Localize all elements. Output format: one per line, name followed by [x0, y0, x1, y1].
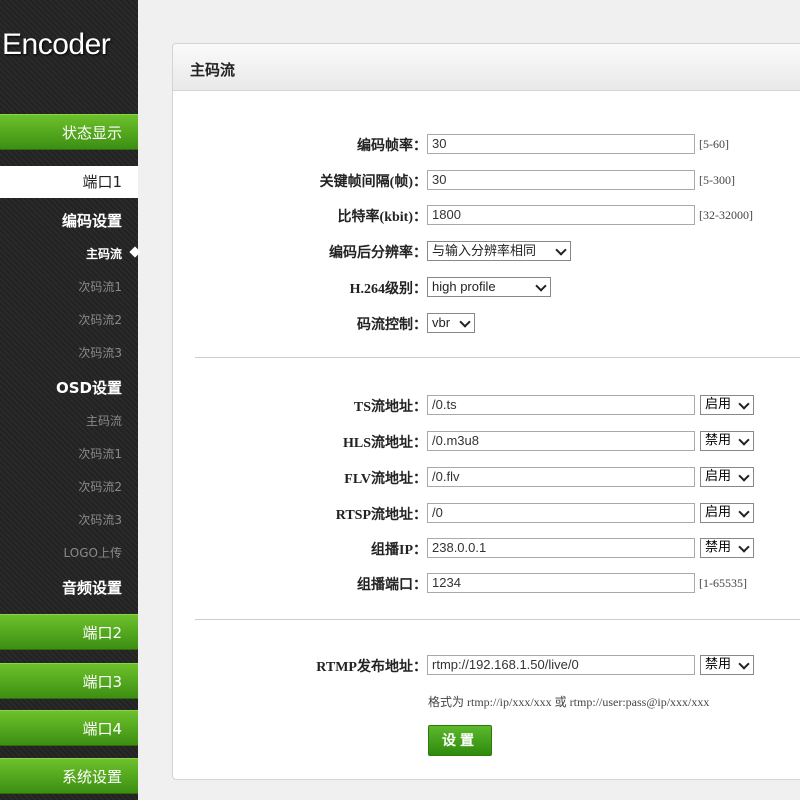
rtmp-format-hint: 格式为 rtmp://ip/xxx/xxx 或 rtmp://user:pass… [428, 695, 710, 709]
bitrate-hint: [32-32000] [699, 208, 753, 222]
sidebar-subitem-main-stream[interactable]: 主码流 [0, 245, 138, 262]
rtsp-input[interactable]: /0 [427, 503, 695, 523]
app-logo: Encoder [2, 28, 111, 61]
h264-level-select[interactable]: high profile [427, 277, 551, 297]
multicast-ip-input[interactable]: 238.0.0.1 [427, 538, 695, 558]
panel-title: 主码流 [190, 61, 236, 79]
main-stream-panel: 主码流 编码帧率： 30 [5-60] 关键帧间隔(帧)： 30 [5-300]… [172, 43, 800, 780]
fps-label: 编码帧率： [357, 139, 427, 154]
sidebar-subitem-logo-upload[interactable]: LOGO上传 [0, 544, 138, 561]
sidebar-item-audio-settings[interactable]: 音频设置 [0, 577, 138, 598]
sidebar-subitem-sub-stream-1[interactable]: 次码流1 [0, 278, 138, 295]
sidebar-item-status[interactable]: 状态显示 [0, 114, 138, 150]
section-divider [195, 619, 800, 620]
sidebar-item-port4[interactable]: 端口4 [0, 710, 138, 746]
sidebar-subitem-osd-sub-stream-2[interactable]: 次码流2 [0, 478, 138, 495]
flv-enable-select[interactable]: 启用 [700, 467, 754, 487]
rtmp-input[interactable]: rtmp://192.168.1.50/live/0 [427, 655, 695, 675]
sidebar-subitem-osd-sub-stream-3[interactable]: 次码流3 [0, 511, 138, 528]
sidebar-item-system[interactable]: 系统设置 [0, 758, 138, 794]
sidebar-item-port1[interactable]: 端口1 [0, 166, 138, 198]
sidebar-item-port3[interactable]: 端口3 [0, 663, 138, 699]
rtsp-enable-select[interactable]: 启用 [700, 503, 754, 523]
multicast-port-hint: [1-65535] [699, 576, 747, 590]
sidebar-subitem-osd-sub-stream-1[interactable]: 次码流1 [0, 445, 138, 462]
sidebar-item-encode-settings[interactable]: 编码设置 [0, 210, 138, 231]
sidebar-subitem-sub-stream-2[interactable]: 次码流2 [0, 311, 138, 328]
panel-header [173, 44, 800, 91]
bitrate-label: 比特率(kbit)： [337, 210, 427, 225]
sidebar-subitem-osd-main-stream[interactable]: 主码流 [0, 412, 138, 429]
hls-label: HLS流地址： [342, 436, 427, 451]
sidebar-item-osd-settings[interactable]: OSD设置 [0, 377, 138, 398]
rtmp-label: RTMP发布地址： [316, 660, 427, 675]
bitrate-input[interactable]: 1800 [427, 205, 695, 225]
flv-label: FLV流地址： [344, 472, 427, 487]
multicast-enable-select[interactable]: 禁用 [700, 538, 754, 558]
gop-label: 关键帧间隔(帧)： [319, 175, 427, 190]
multicast-port-label: 组播端口： [357, 578, 427, 593]
sidebar-item-port2[interactable]: 端口2 [0, 614, 138, 650]
ts-label: TS流地址： [353, 400, 427, 415]
rtmp-enable-select[interactable]: 禁用 [700, 655, 754, 675]
sidebar-subitem-sub-stream-3[interactable]: 次码流3 [0, 344, 138, 361]
resolution-label: 编码后分辨率： [329, 246, 427, 261]
rate-control-select[interactable]: vbr [427, 313, 475, 333]
sidebar: Encoder 状态显示 端口1 编码设置 主码流 次码流1 次码流2 次码流3… [0, 0, 138, 800]
resolution-select[interactable]: 与输入分辨率相同 [427, 241, 571, 261]
gop-input[interactable]: 30 [427, 170, 695, 190]
fps-hint: [5-60] [699, 137, 729, 151]
rtsp-label: RTSP流地址： [335, 508, 427, 523]
multicast-port-input[interactable]: 1234 [427, 573, 695, 593]
gop-hint: [5-300] [699, 173, 735, 187]
fps-input[interactable]: 30 [427, 134, 695, 154]
section-divider [195, 357, 800, 358]
hls-input[interactable]: /0.m3u8 [427, 431, 695, 451]
rate-control-label: 码流控制： [357, 318, 427, 333]
ts-enable-select[interactable]: 启用 [700, 395, 754, 415]
set-button[interactable]: 设置 [428, 725, 492, 756]
multicast-ip-label: 组播IP： [371, 543, 427, 558]
h264-level-label: H.264级别： [349, 282, 427, 297]
hls-enable-select[interactable]: 禁用 [700, 431, 754, 451]
ts-input[interactable]: /0.ts [427, 395, 695, 415]
flv-input[interactable]: /0.flv [427, 467, 695, 487]
